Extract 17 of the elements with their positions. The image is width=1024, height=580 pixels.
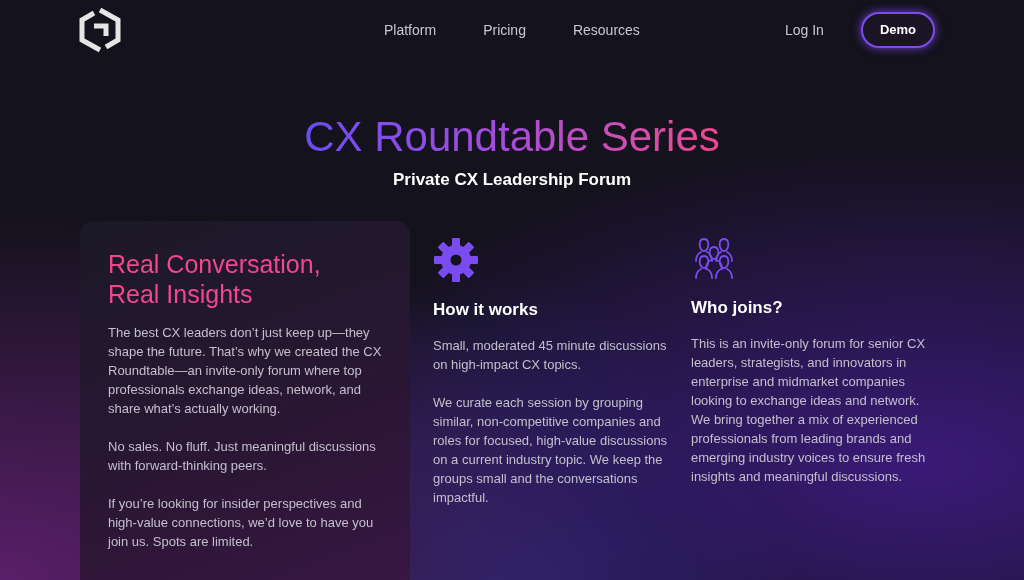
- feature-paragraph: Small, moderated 45 minute discussions on high-impact CX topics.: [433, 337, 668, 374]
- card-paragraph: If you’re looking for insider perspectives and high-value connections, we’d love to have you join us. Spots are limited.: [108, 494, 375, 551]
- card-paragraph: No sales. No fluff. Just meaningful discussions with forward-thinking peers.: [108, 437, 377, 475]
- feature-heading: Who joins?: [691, 296, 784, 319]
- nav-link[interactable]: Pricing: [483, 19, 526, 41]
- card-paragraph: The best CX leaders don’t just keep up—they shape the future. That’s why we created the CX Roundtable—an invite-only forum where top professionals exchange ideas, network, and share what’s actually working.: [108, 323, 383, 418]
- nav-link[interactable]: Platform: [384, 19, 437, 41]
- feature-heading: How it works: [433, 298, 539, 321]
- feature-paragraph: This is an invite-only forum for senior CX leaders, strategists, and innovators in enterprise and midmarket companies looking to exchange ideas and network. We bring together a mix of experienced professionals from leading brands and emerging industry voices to ensure fresh insights and meaningful discussions.: [691, 335, 927, 486]
- page-subtitle: Private CX Leadership Forum: [392, 169, 632, 191]
- nav-link[interactable]: Resources: [572, 19, 640, 41]
- login-link[interactable]: Log In: [784, 19, 824, 41]
- gear-icon: [433, 236, 479, 283]
- card-heading: Real Conversation, Real Insights: [108, 248, 322, 309]
- hexagon-logo-icon[interactable]: [78, 6, 122, 54]
- feature-paragraph: We curate each session by grouping similar, non-competitive companies and roles for focused, high-value discussions on a current industry topic. We keep the groups small and the conversations impactful.: [433, 394, 669, 507]
- demo-button[interactable]: Demo: [860, 12, 935, 48]
